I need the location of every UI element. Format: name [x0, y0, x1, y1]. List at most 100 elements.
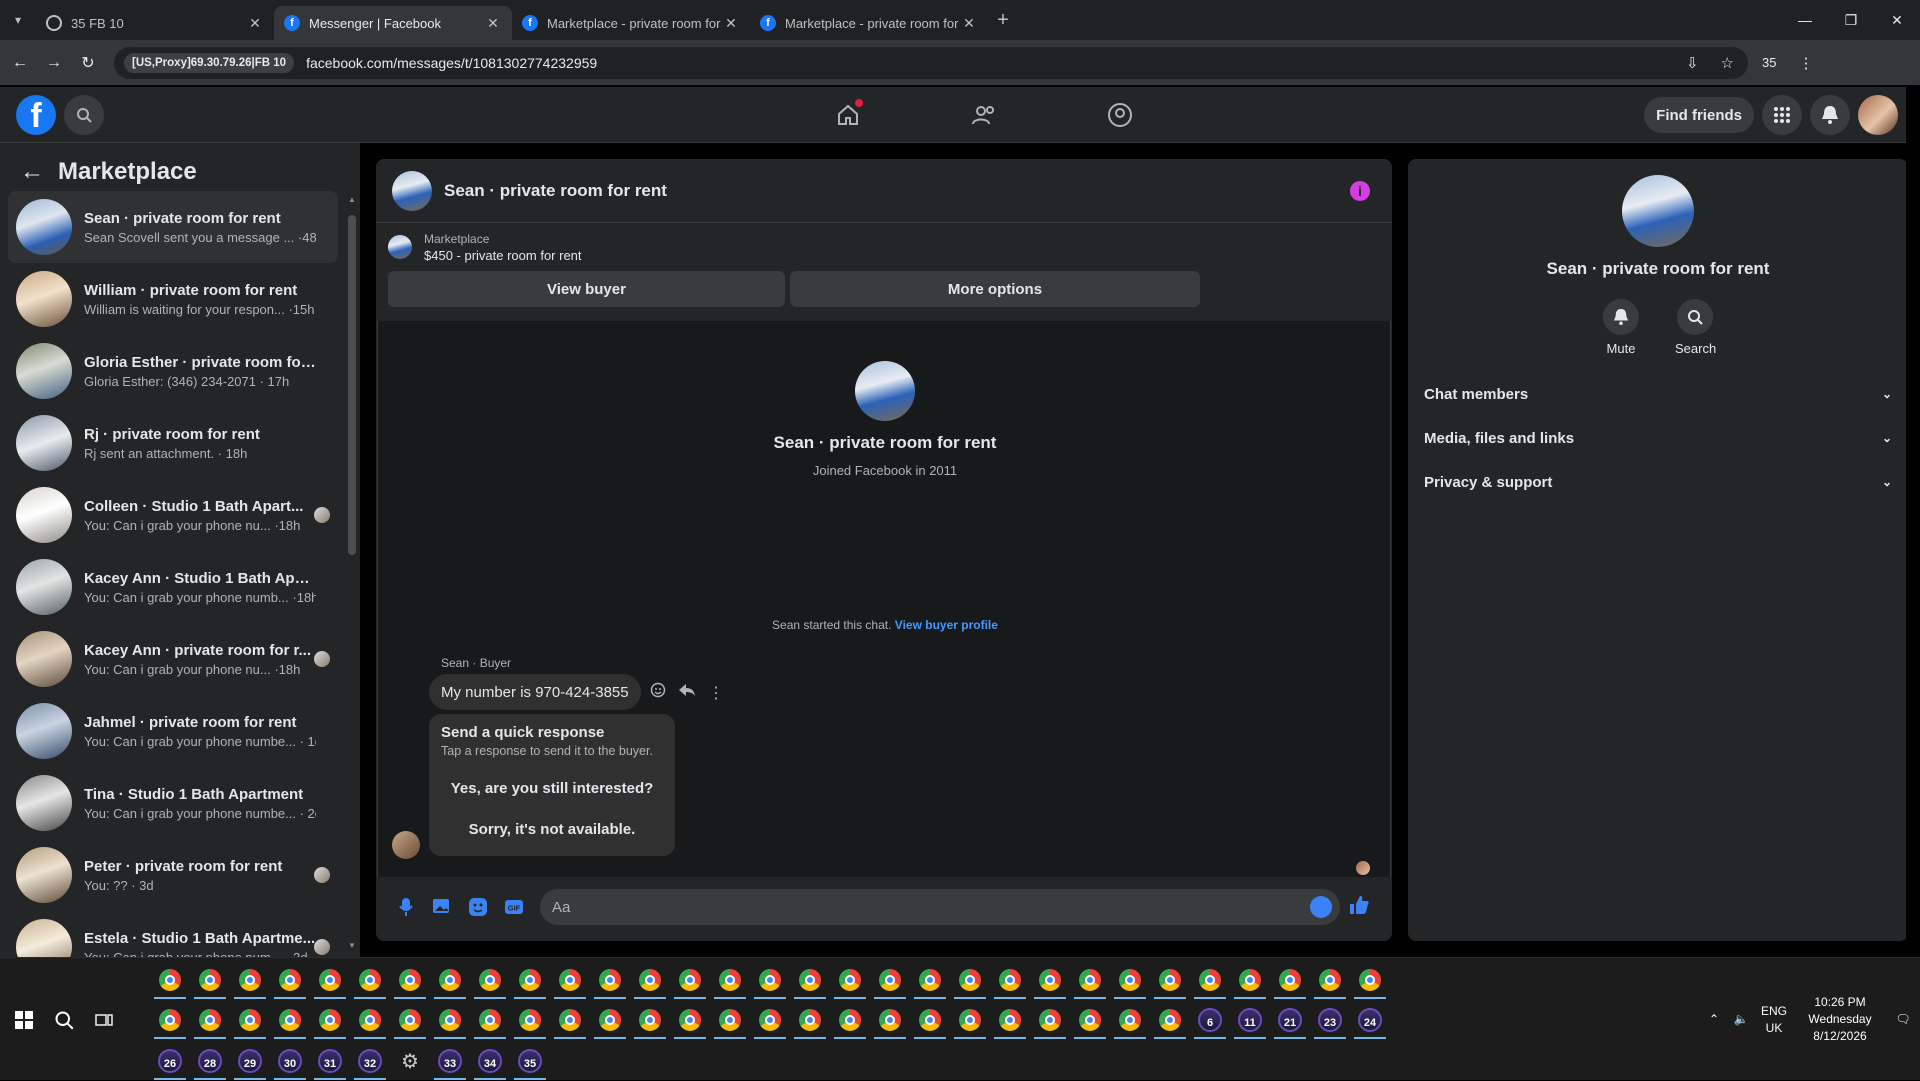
chrome-taskbar-icon[interactable] [1150, 960, 1190, 1000]
notifications-bell-icon[interactable] [1810, 95, 1850, 135]
minimize-icon[interactable]: — [1782, 0, 1828, 40]
chrome-taskbar-icon[interactable] [710, 960, 750, 1000]
chrome-taskbar-icon[interactable] [590, 1000, 630, 1040]
settings-gear-icon[interactable]: ⚙ [390, 1041, 430, 1081]
conversation-item[interactable]: Rj · private room for rent Rj sent an att… [8, 407, 338, 479]
quick-response-option[interactable]: Sorry, it's not available. [441, 821, 663, 838]
tray-chevron-icon[interactable]: ⌃ [1700, 1011, 1728, 1028]
scroll-down-icon[interactable]: ▼ [348, 941, 356, 950]
profile-taskbar-icon[interactable]: 6 [1190, 1000, 1230, 1040]
profile-taskbar-icon[interactable]: 34 [470, 1041, 510, 1081]
media-files-links-section[interactable]: Media, files and links ⌄ [1424, 416, 1892, 460]
home-nav-icon[interactable] [780, 87, 916, 143]
browser-tab-1[interactable]: f Messenger | Facebook ✕ [274, 6, 512, 40]
conversation-item[interactable]: Kacey Ann · private room for r... You: Ca… [8, 623, 338, 695]
gif-icon[interactable]: GIF [496, 899, 532, 915]
groups-nav-icon[interactable] [1052, 87, 1188, 143]
close-tab-icon[interactable]: ✕ [960, 15, 978, 32]
language-indicator[interactable]: ENG UK [1754, 1003, 1794, 1037]
chrome-taskbar-icon[interactable] [270, 960, 310, 1000]
chrome-taskbar-icon[interactable] [1310, 960, 1350, 1000]
details-avatar[interactable] [1622, 175, 1694, 247]
chrome-taskbar-icon[interactable] [1070, 960, 1110, 1000]
chrome-taskbar-icon[interactable] [350, 1000, 390, 1040]
view-buyer-button[interactable]: View buyer [388, 271, 785, 307]
chrome-taskbar-icon[interactable] [1350, 960, 1390, 1000]
forward-icon[interactable]: → [40, 54, 68, 72]
chrome-taskbar-icon[interactable] [990, 1000, 1030, 1040]
chrome-taskbar-icon[interactable] [470, 960, 510, 1000]
message-bubble[interactable]: My number is 970-424-3855 [429, 674, 641, 710]
friends-nav-icon[interactable] [916, 87, 1052, 143]
chrome-taskbar-icon[interactable] [710, 1000, 750, 1040]
chat-avatar[interactable] [392, 170, 432, 211]
chrome-taskbar-icon[interactable] [910, 960, 950, 1000]
profile-taskbar-icon[interactable]: 30 [270, 1041, 310, 1081]
proxy-chip[interactable]: [US,Proxy]69.30.79.26|FB 10 [124, 52, 295, 73]
chrome-taskbar-icon[interactable] [230, 960, 270, 1000]
close-tab-icon[interactable]: ✕ [722, 15, 740, 32]
chrome-taskbar-icon[interactable] [750, 960, 790, 1000]
chrome-taskbar-icon[interactable] [1030, 960, 1070, 1000]
notification-center-icon[interactable]: 🗨 [1886, 1011, 1920, 1028]
chat-title[interactable]: Sean · private room for rent [444, 181, 667, 201]
thumbs-up-icon[interactable] [1348, 894, 1370, 921]
more-options-button[interactable]: More options [790, 271, 1200, 307]
chrome-taskbar-icon[interactable] [550, 960, 590, 1000]
chrome-taskbar-icon[interactable] [470, 1000, 510, 1040]
chrome-taskbar-icon[interactable] [670, 960, 710, 1000]
close-tab-icon[interactable]: ✕ [246, 15, 264, 32]
conversation-item[interactable]: Colleen · Studio 1 Bath Apart... You: Can… [8, 479, 338, 551]
react-emoji-icon[interactable] [650, 682, 666, 703]
chrome-taskbar-icon[interactable] [190, 960, 230, 1000]
profile-taskbar-icon[interactable]: 28 [190, 1041, 230, 1081]
chrome-taskbar-icon[interactable] [390, 960, 430, 1000]
profile-taskbar-icon[interactable]: 24 [1350, 1000, 1390, 1040]
taskbar-search-icon[interactable] [44, 1000, 84, 1040]
profile-taskbar-icon[interactable]: 29 [230, 1041, 270, 1081]
volume-icon[interactable]: 🔈 [1728, 1011, 1754, 1028]
sidebar-scrollbar[interactable]: ▲ ▼ [348, 195, 356, 950]
chrome-taskbar-icon[interactable] [510, 1000, 550, 1040]
search-icon[interactable] [64, 94, 104, 135]
conversation-item[interactable]: Sean · private room for rent Sean Scovell… [8, 191, 338, 263]
chrome-taskbar-icon[interactable] [590, 960, 630, 1000]
profile-taskbar-icon[interactable]: 35 [510, 1041, 550, 1081]
chrome-taskbar-icon[interactable] [910, 1000, 950, 1040]
tab-search-chevron-icon[interactable]: ▾ [0, 0, 36, 40]
browser-tab-3[interactable]: f Marketplace - private room for ✕ [750, 6, 988, 40]
microphone-icon[interactable] [388, 897, 424, 917]
chrome-taskbar-icon[interactable] [830, 960, 870, 1000]
restore-icon[interactable]: ❐ [1828, 0, 1874, 40]
chrome-taskbar-icon[interactable] [1190, 960, 1230, 1000]
chrome-taskbar-icon[interactable] [1110, 960, 1150, 1000]
page-scrollbar[interactable] [1906, 87, 1920, 957]
chrome-taskbar-icon[interactable] [1270, 960, 1310, 1000]
address-bar[interactable]: [US,Proxy]69.30.79.26|FB 10 facebook.com… [114, 46, 1748, 79]
chrome-taskbar-icon[interactable] [630, 960, 670, 1000]
conversation-item[interactable]: William · private room for rent William i… [8, 263, 338, 335]
chrome-taskbar-icon[interactable] [790, 960, 830, 1000]
profile-count[interactable]: 35 [1762, 55, 1776, 70]
emoji-icon[interactable] [1310, 896, 1332, 918]
chrome-taskbar-icon[interactable] [390, 1000, 430, 1040]
profile-taskbar-icon[interactable]: 26 [150, 1041, 190, 1081]
reload-icon[interactable]: ↻ [74, 53, 102, 73]
chrome-taskbar-icon[interactable] [1070, 1000, 1110, 1040]
more-actions-icon[interactable]: ⋮ [708, 683, 724, 703]
profile-avatar[interactable] [1858, 95, 1898, 135]
chrome-taskbar-icon[interactable] [190, 1000, 230, 1040]
chrome-taskbar-icon[interactable] [750, 1000, 790, 1040]
profile-taskbar-icon[interactable]: 23 [1310, 1000, 1350, 1040]
chrome-taskbar-icon[interactable] [950, 1000, 990, 1040]
chrome-taskbar-icon[interactable] [230, 1000, 270, 1040]
sender-avatar[interactable] [392, 831, 420, 859]
menu-grid-icon[interactable] [1762, 95, 1802, 135]
task-view-icon[interactable] [84, 1000, 124, 1040]
chrome-taskbar-icon[interactable] [350, 960, 390, 1000]
chrome-taskbar-icon[interactable] [870, 960, 910, 1000]
conversation-item[interactable]: Kacey Ann · Studio 1 Bath Apart... You: C… [8, 551, 338, 623]
marketplace-listing-bar[interactable]: Marketplace $450 - private room for rent [376, 223, 1392, 271]
chrome-taskbar-icon[interactable] [950, 960, 990, 1000]
browser-tab-2[interactable]: f Marketplace - private room for ✕ [512, 6, 750, 40]
